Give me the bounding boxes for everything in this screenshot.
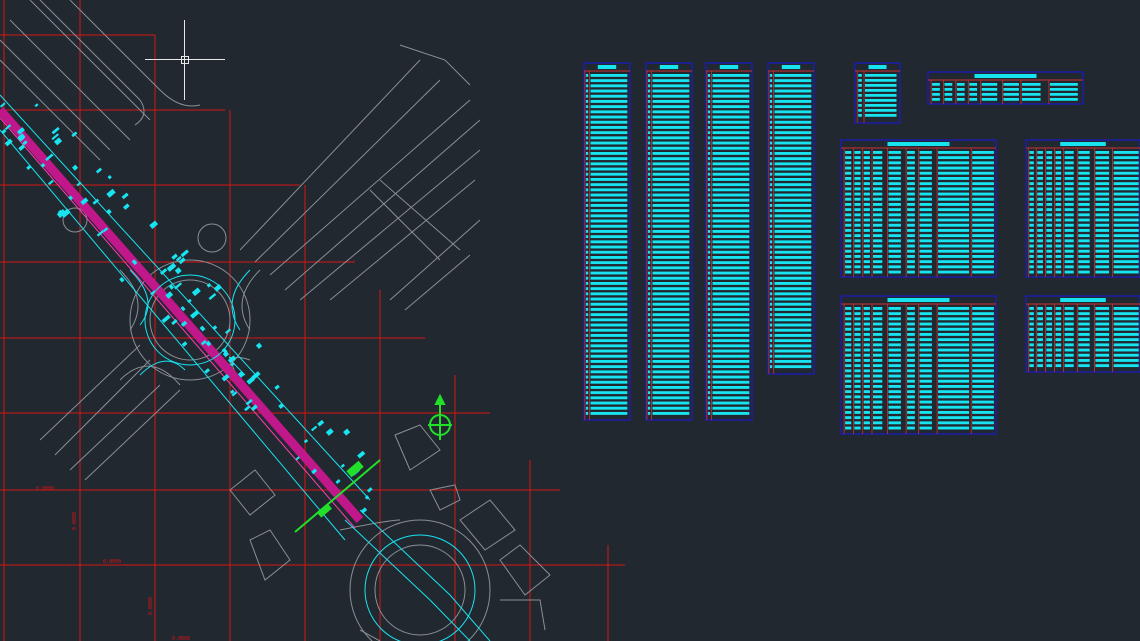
schedule-table [840,295,997,435]
alignment-annotations [0,94,491,641]
schedule-table [840,139,997,278]
schedule-table [854,62,901,124]
schedule-table [705,62,753,421]
road-linework [0,0,551,641]
compass-north-icon [428,393,452,440]
grid-coordinate-labels: 0.0000 0.0000 0.0000 0.0000 0.0000 [36,486,190,641]
crosshair-cursor-icon [145,20,225,100]
grid-coordinate-label: 0.0000 [172,636,190,641]
schedule-table [927,71,1084,105]
schedule-tables [583,62,1140,435]
grid-coordinate-label: 0.0000 [72,512,78,530]
schedule-table [1025,139,1140,278]
grid-coordinate-label: 0.0000 [148,597,154,615]
schedule-table [583,62,631,421]
schedule-table [767,62,815,375]
grid-coordinate-label: 0.0000 [103,559,121,565]
grid-coordinate-label: 0.0000 [36,486,54,492]
schedule-table [645,62,693,421]
schedule-table [1025,295,1140,373]
main-carriageway [0,107,364,529]
annotation-blocks [0,102,373,514]
survey-grid [0,0,625,641]
